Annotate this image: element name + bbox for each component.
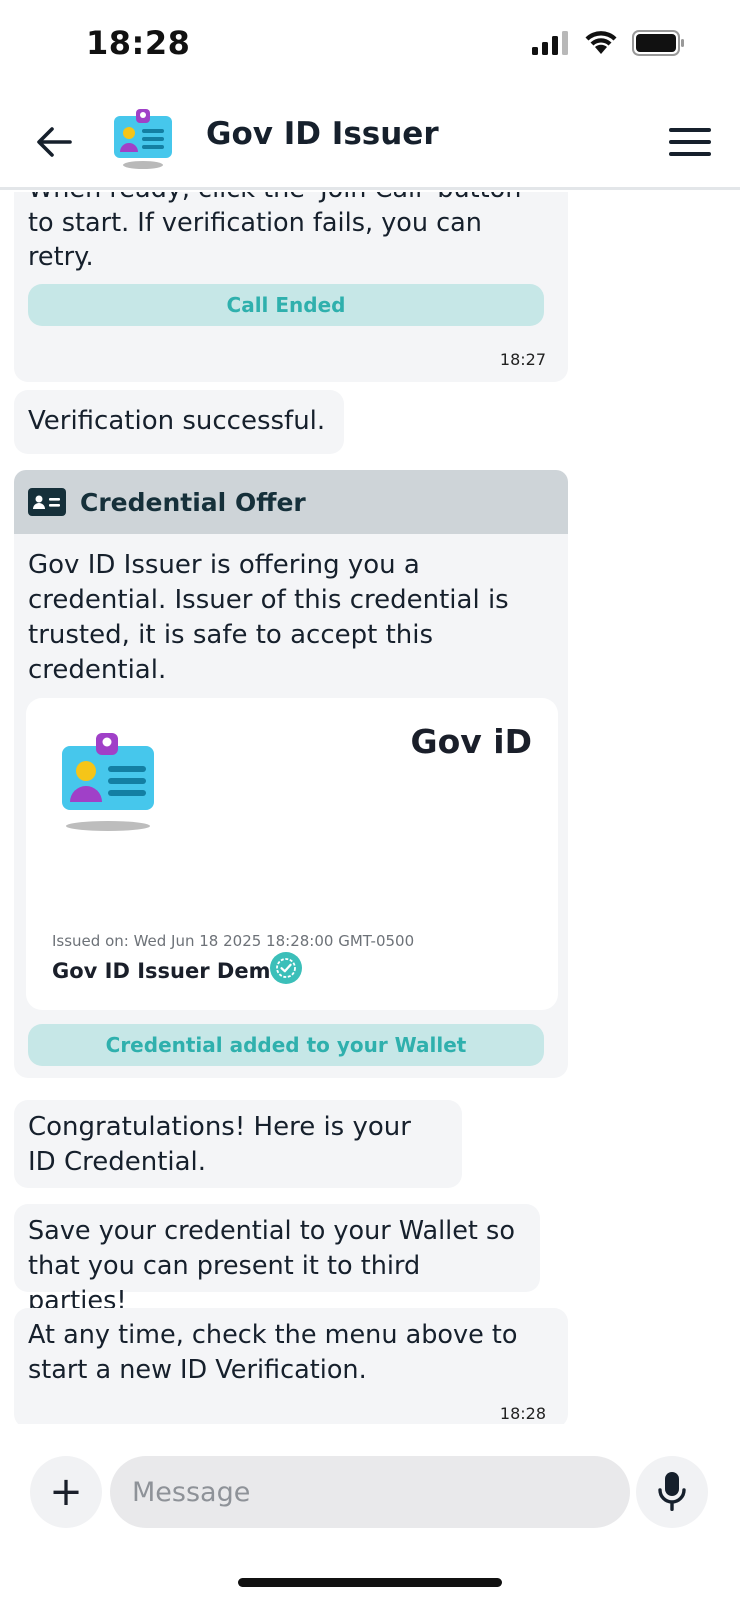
wifi-icon [585, 31, 617, 54]
message-composer: + [0, 1456, 740, 1536]
status-icons [532, 30, 686, 56]
credential-offer-card: Credential Offer Gov ID Issuer is offeri… [14, 470, 568, 1078]
issuer-avatar [110, 106, 176, 172]
back-button[interactable] [30, 118, 78, 166]
credential-offer-title: Credential Offer [80, 487, 306, 517]
microphone-button[interactable] [636, 1456, 708, 1528]
message-time: 18:28 [499, 1404, 546, 1423]
arrow-left-icon [37, 127, 72, 157]
message-bubble-join-call: When ready, click the 'Join Call' button… [14, 192, 568, 382]
message-bubble-anytime: At any time, check the menu above to sta… [14, 1308, 568, 1424]
home-indicator [238, 1578, 502, 1587]
credential-offer-header: Credential Offer [14, 470, 568, 534]
credential-added-status: Credential added to your Wallet [28, 1024, 544, 1066]
message-text: Save your credential to your Wallet so t… [28, 1216, 515, 1316]
credential-issuer: Gov ID Issuer Demo [52, 959, 285, 983]
cellular-signal-icon [532, 31, 568, 55]
status-bar: 18:28 [0, 0, 740, 90]
id-card-icon [114, 109, 172, 169]
call-ended-status: Call Ended [28, 284, 544, 326]
id-badge-icon [28, 488, 66, 516]
add-attachment-button[interactable]: + [30, 1456, 102, 1528]
message-text: Verification successful. [28, 406, 326, 436]
status-time: 18:28 [86, 24, 191, 62]
menu-button[interactable] [666, 118, 714, 166]
message-text: When ready, click the 'Join Call' button… [28, 192, 521, 272]
message-bubble-save: Save your credential to your Wallet so t… [14, 1204, 540, 1316]
microphone-icon [658, 1472, 686, 1511]
message-text: At any time, check the menu above to sta… [28, 1320, 518, 1385]
message-input[interactable] [110, 1456, 630, 1528]
battery-icon [632, 30, 684, 56]
message-time: 18:27 [499, 350, 546, 369]
chat-title: Gov ID Issuer [206, 116, 439, 152]
verified-badge-icon [270, 952, 302, 984]
message-bubble-verification: Verification successful. [14, 390, 344, 454]
message-text: Congratulations! Here is your ID Credent… [28, 1112, 411, 1177]
message-bubble-congrats: Congratulations! Here is your ID Credent… [14, 1100, 462, 1188]
credential-name: Gov iD [410, 722, 532, 761]
hamburger-menu-icon [669, 128, 711, 156]
credential-offer-text: Gov ID Issuer is offering you a credenti… [28, 550, 509, 685]
chat-header: Gov ID Issuer [0, 98, 740, 190]
message-list[interactable]: When ready, click the 'Join Call' button… [0, 192, 740, 1424]
id-card-icon [62, 733, 154, 831]
credential-card[interactable]: Gov iD Issued on: Wed Jun 18 2025 18:28:… [26, 698, 558, 1010]
